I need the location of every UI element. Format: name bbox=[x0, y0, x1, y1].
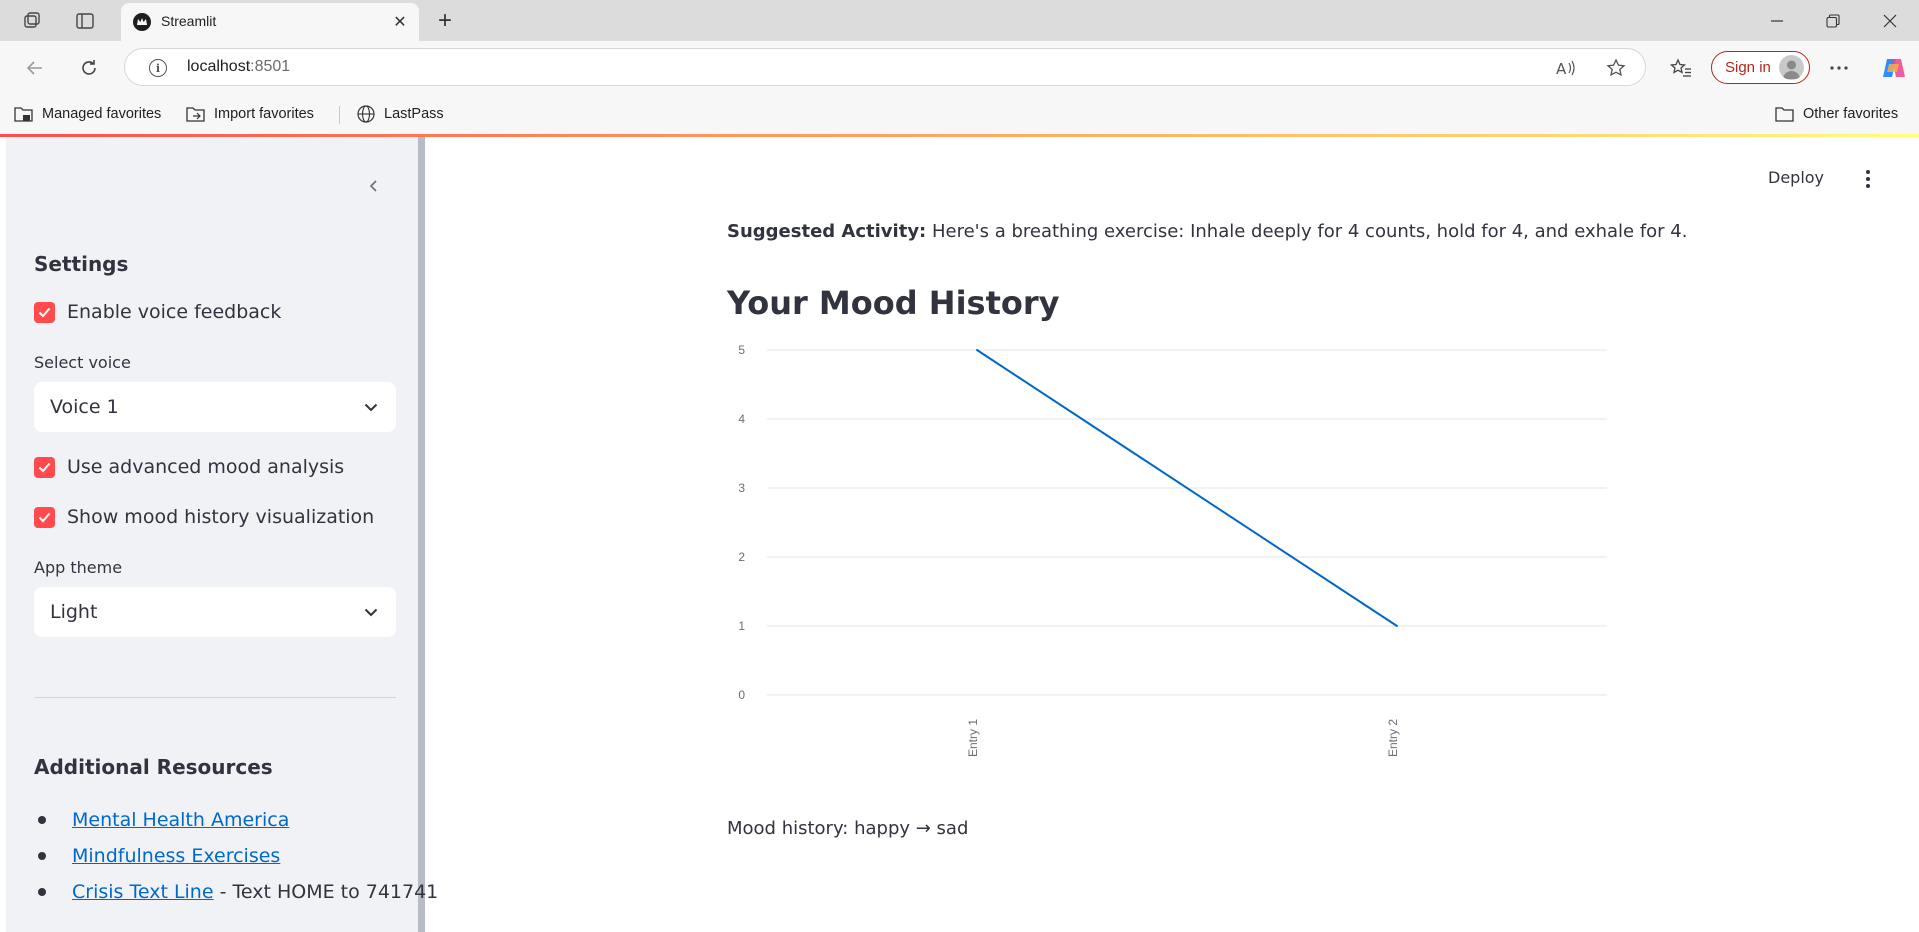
sign-in-button[interactable]: Sign in bbox=[1711, 51, 1810, 84]
y-tick-label: 1 bbox=[738, 619, 745, 633]
resource-list-item: Mindfulness Exercises bbox=[38, 844, 280, 868]
sidebar-resize-handle[interactable] bbox=[418, 137, 425, 932]
checkbox-checked-icon bbox=[34, 456, 55, 478]
workspaces-icon[interactable] bbox=[20, 8, 46, 34]
svg-text:A: A bbox=[1556, 60, 1567, 77]
close-window-icon[interactable] bbox=[1875, 6, 1905, 36]
select-voice-dropdown[interactable]: Voice 1 bbox=[34, 382, 396, 432]
x-tick-label: Entry 2 bbox=[1386, 719, 1400, 757]
checkbox-label: Use advanced mood analysis bbox=[67, 456, 345, 478]
bullet bbox=[38, 816, 46, 824]
import-folder-icon bbox=[186, 107, 205, 122]
resource-list-item: Crisis Text Line - Text HOME to 741741 bbox=[38, 880, 438, 904]
chevron-down-icon bbox=[362, 603, 380, 621]
other-favorites-label: Other favorites bbox=[1803, 106, 1899, 122]
app-theme-label: App theme bbox=[34, 558, 123, 577]
advanced-mood-checkbox[interactable]: Use advanced mood analysis bbox=[34, 455, 344, 479]
refresh-icon[interactable] bbox=[76, 55, 102, 81]
select-voice-label: Select voice bbox=[34, 353, 131, 372]
select-voice-value: Voice 1 bbox=[50, 396, 119, 418]
app-theme-dropdown[interactable]: Light bbox=[34, 587, 396, 637]
checkbox-checked-icon bbox=[34, 301, 55, 323]
suggested-activity: Suggested Activity: Here's a breathing e… bbox=[727, 221, 1687, 242]
favorite-label: Managed favorites bbox=[42, 106, 162, 122]
y-tick-label: 2 bbox=[738, 550, 745, 564]
app-theme-value: Light bbox=[50, 601, 98, 623]
crisis-text-line-link[interactable]: Crisis Text Line bbox=[72, 881, 214, 903]
address-bar[interactable]: i localhost:8501 A bbox=[124, 48, 1646, 86]
more-options-icon[interactable] bbox=[1826, 53, 1852, 83]
bullet bbox=[38, 852, 46, 860]
favorites-bar: Managed favorites Import favorites LastP… bbox=[0, 94, 1919, 134]
tab-title: Streamlit bbox=[161, 13, 217, 29]
favorite-label: LastPass bbox=[384, 106, 444, 122]
favorite-import[interactable]: Import favorites bbox=[186, 103, 314, 125]
browser-tab-streamlit[interactable]: Streamlit ✕ bbox=[121, 3, 419, 41]
checkbox-checked-icon bbox=[34, 506, 55, 528]
bullet bbox=[38, 888, 46, 896]
tab-actions-icon[interactable] bbox=[72, 8, 98, 34]
activity-label: Suggested Activity: bbox=[727, 221, 927, 242]
url-text: localhost:8501 bbox=[187, 58, 290, 76]
favorites-list-icon[interactable] bbox=[1668, 53, 1694, 83]
additional-resources-heading: Additional Resources bbox=[34, 755, 273, 779]
site-info-icon[interactable]: i bbox=[149, 59, 167, 77]
main-menu-icon[interactable] bbox=[1858, 166, 1878, 192]
streamlit-favicon-icon bbox=[133, 13, 151, 31]
sidebar-divider bbox=[34, 697, 396, 698]
copilot-icon[interactable] bbox=[1880, 53, 1908, 83]
minimize-icon[interactable] bbox=[1762, 6, 1792, 36]
y-tick-label: 4 bbox=[738, 412, 745, 426]
restore-icon[interactable] bbox=[1818, 6, 1848, 36]
data-point bbox=[1396, 625, 1398, 627]
favorite-managed[interactable]: Managed favorites bbox=[14, 103, 161, 125]
globe-icon bbox=[357, 105, 375, 123]
y-tick-label: 3 bbox=[738, 481, 745, 495]
chevron-down-icon bbox=[362, 398, 380, 416]
checkbox-label: Show mood history visualization bbox=[67, 506, 375, 528]
favorite-label: Import favorites bbox=[214, 106, 314, 122]
sign-in-label: Sign in bbox=[1725, 59, 1771, 76]
collapse-sidebar-icon[interactable] bbox=[362, 174, 386, 198]
x-tick-label: Entry 1 bbox=[966, 719, 980, 757]
browser-toolbar: i localhost:8501 A Sign in bbox=[0, 41, 1919, 94]
url-host: localhost bbox=[187, 58, 251, 75]
settings-heading: Settings bbox=[34, 252, 129, 276]
mood-history-chart[interactable]: 0 1 2 3 4 5 Entry 1 Entry 2 bbox=[727, 336, 1607, 776]
other-favorites[interactable]: Other favorites bbox=[1775, 103, 1898, 125]
managed-folder-icon bbox=[14, 107, 33, 122]
deploy-button[interactable]: Deploy bbox=[1768, 168, 1824, 192]
enable-voice-checkbox[interactable]: Enable voice feedback bbox=[34, 300, 281, 324]
mood-history-heading: Your Mood History bbox=[727, 284, 1060, 322]
y-tick-label: 0 bbox=[738, 688, 745, 702]
mental-health-america-link[interactable]: Mental Health America bbox=[72, 809, 289, 831]
favorite-lastpass[interactable]: LastPass bbox=[356, 103, 444, 125]
crisis-text-line-note: - Text HOME to 741741 bbox=[213, 881, 439, 903]
mindfulness-exercises-link[interactable]: Mindfulness Exercises bbox=[72, 845, 280, 867]
data-point bbox=[976, 349, 978, 351]
browser-tab-bar: Streamlit ✕ + bbox=[0, 0, 1919, 41]
activity-text: Here's a breathing exercise: Inhale deep… bbox=[926, 221, 1688, 242]
new-tab-icon[interactable]: + bbox=[432, 7, 458, 34]
resource-list-item: Mental Health America bbox=[38, 808, 289, 832]
favorites-separator bbox=[339, 106, 340, 124]
mood-history-text: Mood history: happy → sad bbox=[727, 818, 969, 839]
checkbox-label: Enable voice feedback bbox=[67, 301, 282, 323]
profile-avatar-icon bbox=[1779, 55, 1804, 80]
folder-icon bbox=[1775, 107, 1794, 122]
favorite-star-icon[interactable] bbox=[1605, 58, 1627, 78]
url-port: :8501 bbox=[250, 58, 291, 75]
close-tab-icon[interactable]: ✕ bbox=[389, 11, 411, 33]
read-aloud-icon[interactable]: A bbox=[1555, 58, 1577, 78]
show-history-checkbox[interactable]: Show mood history visualization bbox=[34, 505, 374, 529]
back-icon[interactable] bbox=[22, 55, 48, 81]
y-tick-label: 5 bbox=[738, 343, 745, 357]
